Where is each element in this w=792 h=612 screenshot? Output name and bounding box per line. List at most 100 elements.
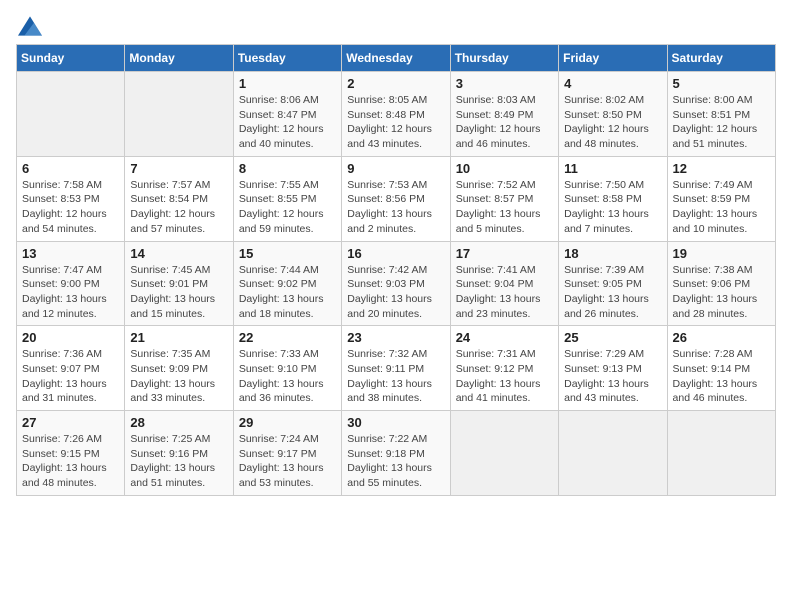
calendar-cell: 30 Sunrise: 7:22 AMSunset: 9:18 PMDayligh… (342, 411, 450, 496)
day-info: Sunrise: 7:47 AMSunset: 9:00 PMDaylight:… (22, 263, 119, 322)
day-header-monday: Monday (125, 45, 233, 72)
calendar-cell: 22 Sunrise: 7:33 AMSunset: 9:10 PMDayligh… (233, 326, 341, 411)
day-number: 24 (456, 330, 553, 345)
calendar-cell: 2Sunrise: 8:05 AMSunset: 8:48 PMDaylight… (342, 72, 450, 157)
calendar-cell: 18 Sunrise: 7:39 AMSunset: 9:05 PMDayligh… (559, 241, 667, 326)
calendar-cell: 6 Sunrise: 7:58 AMSunset: 8:53 PMDaylight… (17, 156, 125, 241)
day-header-friday: Friday (559, 45, 667, 72)
day-header-thursday: Thursday (450, 45, 558, 72)
calendar-cell: 21 Sunrise: 7:35 AMSunset: 9:09 PMDayligh… (125, 326, 233, 411)
day-info: Sunrise: 7:52 AMSunset: 8:57 PMDaylight:… (456, 178, 553, 237)
calendar-cell: 12 Sunrise: 7:49 AMSunset: 8:59 PMDayligh… (667, 156, 775, 241)
day-number: 27 (22, 415, 119, 430)
calendar-cell: 1 Sunrise: 8:06 AMSunset: 8:47 PMDaylight… (233, 72, 341, 157)
day-info: Sunrise: 7:35 AMSunset: 9:09 PMDaylight:… (130, 347, 227, 406)
calendar-cell: 29 Sunrise: 7:24 AMSunset: 9:17 PMDayligh… (233, 411, 341, 496)
day-header-sunday: Sunday (17, 45, 125, 72)
calendar-cell (450, 411, 558, 496)
day-info: Sunrise: 7:36 AMSunset: 9:07 PMDaylight:… (22, 347, 119, 406)
day-info: Sunrise: 7:41 AMSunset: 9:04 PMDaylight:… (456, 263, 553, 322)
day-number: 11 (564, 161, 661, 176)
calendar-cell: 28 Sunrise: 7:25 AMSunset: 9:16 PMDayligh… (125, 411, 233, 496)
day-info: Sunrise: 8:03 AMSunset: 8:49 PMDaylight:… (456, 93, 553, 152)
calendar-cell: 25 Sunrise: 7:29 AMSunset: 9:13 PMDayligh… (559, 326, 667, 411)
calendar-table: SundayMondayTuesdayWednesdayThursdayFrid… (16, 44, 776, 496)
calendar-cell: 20 Sunrise: 7:36 AMSunset: 9:07 PMDayligh… (17, 326, 125, 411)
calendar-cell: 14 Sunrise: 7:45 AMSunset: 9:01 PMDayligh… (125, 241, 233, 326)
calendar-cell: 8 Sunrise: 7:55 AMSunset: 8:55 PMDaylight… (233, 156, 341, 241)
day-info: Sunrise: 7:45 AMSunset: 9:01 PMDaylight:… (130, 263, 227, 322)
calendar-cell: 24 Sunrise: 7:31 AMSunset: 9:12 PMDayligh… (450, 326, 558, 411)
calendar-cell (17, 72, 125, 157)
calendar-cell: 13 Sunrise: 7:47 AMSunset: 9:00 PMDayligh… (17, 241, 125, 326)
day-header-wednesday: Wednesday (342, 45, 450, 72)
day-info: Sunrise: 7:57 AMSunset: 8:54 PMDaylight:… (130, 178, 227, 237)
calendar-cell: 4 Sunrise: 8:02 AMSunset: 8:50 PMDaylight… (559, 72, 667, 157)
day-number: 23 (347, 330, 444, 345)
calendar-cell: 16 Sunrise: 7:42 AMSunset: 9:03 PMDayligh… (342, 241, 450, 326)
day-number: 21 (130, 330, 227, 345)
day-info: Sunrise: 8:00 AMSunset: 8:51 PMDaylight:… (673, 93, 770, 152)
day-number: 22 (239, 330, 336, 345)
day-header-saturday: Saturday (667, 45, 775, 72)
day-info: Sunrise: 8:06 AMSunset: 8:47 PMDaylight:… (239, 93, 336, 152)
day-number: 9 (347, 161, 444, 176)
day-number: 3 (456, 76, 553, 91)
calendar-cell: 23 Sunrise: 7:32 AMSunset: 9:11 PMDayligh… (342, 326, 450, 411)
day-number: 25 (564, 330, 661, 345)
day-info: Sunrise: 7:42 AMSunset: 9:03 PMDaylight:… (347, 263, 444, 322)
day-info: Sunrise: 7:38 AMSunset: 9:06 PMDaylight:… (673, 263, 770, 322)
logo (16, 16, 42, 36)
day-number: 28 (130, 415, 227, 430)
day-info: Sunrise: 7:31 AMSunset: 9:12 PMDaylight:… (456, 347, 553, 406)
day-number: 17 (456, 246, 553, 261)
calendar-cell: 15Sunrise: 7:44 AMSunset: 9:02 PMDayligh… (233, 241, 341, 326)
day-number: 13 (22, 246, 119, 261)
calendar-cell: 10 Sunrise: 7:52 AMSunset: 8:57 PMDayligh… (450, 156, 558, 241)
day-info: Sunrise: 7:25 AMSunset: 9:16 PMDaylight:… (130, 432, 227, 491)
day-header-tuesday: Tuesday (233, 45, 341, 72)
day-number: 10 (456, 161, 553, 176)
calendar-cell: 9Sunrise: 7:53 AMSunset: 8:56 PMDaylight… (342, 156, 450, 241)
calendar-cell: 26Sunrise: 7:28 AMSunset: 9:14 PMDayligh… (667, 326, 775, 411)
day-info: Sunrise: 7:55 AMSunset: 8:55 PMDaylight:… (239, 178, 336, 237)
day-info: Sunrise: 7:29 AMSunset: 9:13 PMDaylight:… (564, 347, 661, 406)
day-info: Sunrise: 7:58 AMSunset: 8:53 PMDaylight:… (22, 178, 119, 237)
calendar-cell: 3 Sunrise: 8:03 AMSunset: 8:49 PMDaylight… (450, 72, 558, 157)
day-info: Sunrise: 7:50 AMSunset: 8:58 PMDaylight:… (564, 178, 661, 237)
day-number: 8 (239, 161, 336, 176)
day-number: 4 (564, 76, 661, 91)
day-number: 29 (239, 415, 336, 430)
day-number: 1 (239, 76, 336, 91)
day-info: Sunrise: 7:22 AMSunset: 9:18 PMDaylight:… (347, 432, 444, 491)
calendar-cell (667, 411, 775, 496)
day-info: Sunrise: 7:26 AMSunset: 9:15 PMDaylight:… (22, 432, 119, 491)
calendar-cell: 19 Sunrise: 7:38 AMSunset: 9:06 PMDayligh… (667, 241, 775, 326)
calendar-cell: 5Sunrise: 8:00 AMSunset: 8:51 PMDaylight… (667, 72, 775, 157)
day-info: Sunrise: 8:05 AMSunset: 8:48 PMDaylight:… (347, 93, 444, 152)
calendar-cell: 27 Sunrise: 7:26 AMSunset: 9:15 PMDayligh… (17, 411, 125, 496)
calendar-cell: 17 Sunrise: 7:41 AMSunset: 9:04 PMDayligh… (450, 241, 558, 326)
day-info: Sunrise: 7:44 AMSunset: 9:02 PMDaylight:… (239, 263, 336, 322)
day-info: Sunrise: 7:32 AMSunset: 9:11 PMDaylight:… (347, 347, 444, 406)
header (16, 16, 776, 36)
calendar-cell (125, 72, 233, 157)
day-info: Sunrise: 8:02 AMSunset: 8:50 PMDaylight:… (564, 93, 661, 152)
day-number: 16 (347, 246, 444, 261)
logo-icon (18, 16, 42, 36)
day-number: 18 (564, 246, 661, 261)
calendar-cell (559, 411, 667, 496)
calendar-cell: 7Sunrise: 7:57 AMSunset: 8:54 PMDaylight… (125, 156, 233, 241)
day-info: Sunrise: 7:49 AMSunset: 8:59 PMDaylight:… (673, 178, 770, 237)
day-number: 14 (130, 246, 227, 261)
day-info: Sunrise: 7:33 AMSunset: 9:10 PMDaylight:… (239, 347, 336, 406)
day-number: 19 (673, 246, 770, 261)
day-number: 12 (673, 161, 770, 176)
calendar-cell: 11 Sunrise: 7:50 AMSunset: 8:58 PMDayligh… (559, 156, 667, 241)
day-info: Sunrise: 7:28 AMSunset: 9:14 PMDaylight:… (673, 347, 770, 406)
day-info: Sunrise: 7:24 AMSunset: 9:17 PMDaylight:… (239, 432, 336, 491)
day-number: 20 (22, 330, 119, 345)
day-info: Sunrise: 7:39 AMSunset: 9:05 PMDaylight:… (564, 263, 661, 322)
day-number: 6 (22, 161, 119, 176)
day-number: 30 (347, 415, 444, 430)
